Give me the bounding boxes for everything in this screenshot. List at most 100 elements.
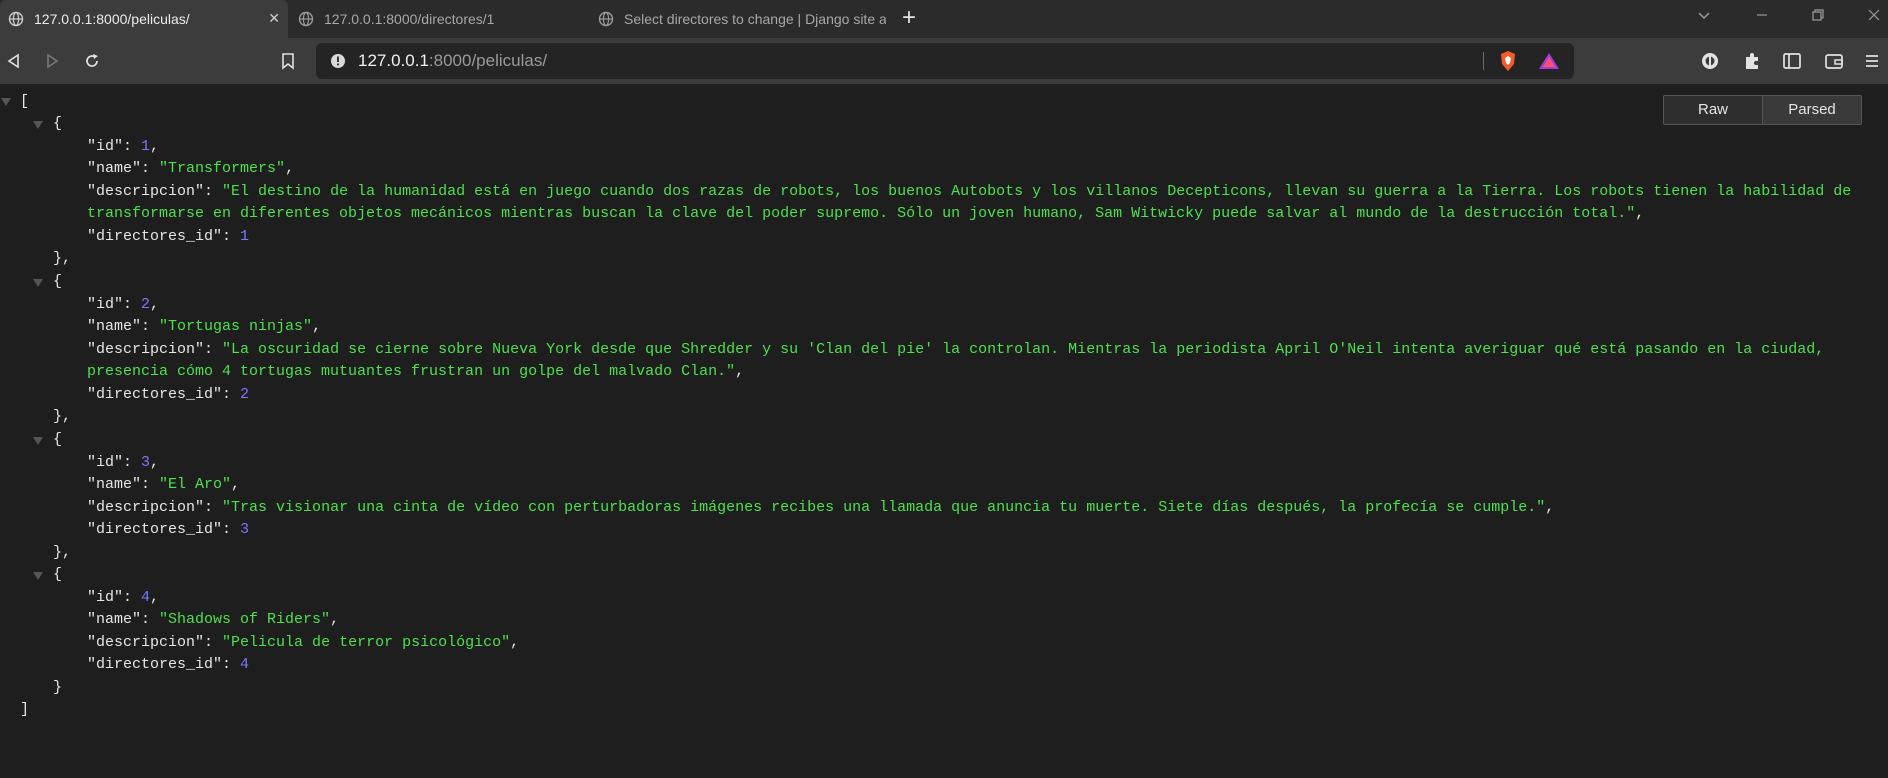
tab-strip: 127.0.0.1:8000/peliculas/ ✕ 127.0.0.1:80… — [0, 0, 1888, 38]
bookmark-icon[interactable] — [276, 49, 300, 73]
reload-icon[interactable] — [80, 49, 104, 73]
object-open-brace: { — [53, 566, 63, 583]
json-property: "directores_id": 1 — [87, 228, 250, 245]
object-close-brace: }, — [53, 408, 72, 425]
privacy-icon[interactable] — [1698, 49, 1722, 73]
tab-peliculas[interactable]: 127.0.0.1:8000/peliculas/ ✕ — [0, 0, 288, 38]
json-key: "id" — [87, 296, 124, 313]
object-close-brace: }, — [53, 250, 72, 267]
info-icon[interactable] — [330, 53, 346, 69]
close-icon[interactable]: ✕ — [268, 10, 280, 27]
object-open-brace: { — [53, 115, 63, 132]
restore-icon[interactable] — [1810, 7, 1826, 28]
address-bar[interactable]: 127.0.0.1:8000/peliculas/ — [316, 43, 1574, 79]
object-close-brace: } — [53, 679, 63, 696]
json-property: "id": 2, — [87, 296, 160, 313]
view-toggle: Raw Parsed — [1663, 95, 1862, 125]
json-property: "name": "Shadows of Riders", — [87, 611, 340, 628]
address-divider — [1483, 52, 1484, 70]
json-value: 4 — [240, 656, 250, 673]
tab-django-admin[interactable]: Select directores to change | Django sit… — [590, 0, 890, 38]
sidebar-icon[interactable] — [1780, 49, 1804, 73]
json-property: "descripcion": "Tras visionar una cinta … — [87, 499, 1555, 516]
json-key: "name" — [87, 318, 142, 335]
json-property: "descripcion": "Pelicula de terror psico… — [87, 634, 520, 651]
json-property: "name": "Tortugas ninjas", — [87, 318, 322, 335]
json-property: "id": 3, — [87, 454, 160, 471]
tab-title: Select directores to change | Django sit… — [624, 11, 886, 27]
json-key: "name" — [87, 160, 142, 177]
json-key: "name" — [87, 476, 142, 493]
menu-icon[interactable] — [1860, 49, 1884, 73]
plus-icon[interactable]: + — [902, 6, 916, 30]
url-path: :8000/peliculas/ — [428, 51, 548, 70]
json-property: "name": "El Aro", — [87, 476, 241, 493]
json-value: 3 — [141, 454, 151, 471]
collapse-toggle-icon[interactable] — [1, 98, 11, 106]
globe-icon — [8, 11, 24, 27]
json-value: 1 — [240, 228, 250, 245]
json-property-continued: transformarse en diferentes objetos mecá… — [87, 205, 1645, 222]
globe-icon — [598, 11, 614, 27]
object-open-brace: { — [53, 273, 63, 290]
navigation-toolbar: 127.0.0.1:8000/peliculas/ — [0, 38, 1888, 84]
json-open-bracket: [ — [20, 93, 30, 110]
json-viewer: Raw Parsed [ { "id": 1, "name": "Transfo… — [0, 84, 1888, 778]
json-key: "descripcion" — [87, 183, 205, 200]
json-key: "directores_id" — [87, 386, 223, 403]
json-property-continued: presencia cómo 4 tortugas mutuantes frus… — [87, 363, 745, 380]
json-close-bracket: ] — [20, 701, 30, 718]
json-value: presencia cómo 4 tortugas mutuantes frus… — [87, 363, 736, 380]
collapse-toggle-icon[interactable] — [33, 279, 43, 287]
raw-button[interactable]: Raw — [1664, 96, 1763, 124]
json-value: "Tortugas ninjas" — [159, 318, 313, 335]
json-key: "descripcion" — [87, 499, 205, 516]
url-host: 127.0.0.1 — [358, 51, 429, 70]
forward-icon[interactable] — [40, 49, 64, 73]
minimize-icon[interactable] — [1754, 7, 1770, 28]
address-url[interactable]: 127.0.0.1:8000/peliculas/ — [358, 51, 547, 71]
json-key: "id" — [87, 454, 124, 471]
tab-title: 127.0.0.1:8000/peliculas/ — [34, 11, 190, 27]
json-value: 3 — [240, 521, 250, 538]
globe-icon — [298, 11, 314, 27]
brave-rewards-icon[interactable] — [1538, 51, 1560, 76]
wallet-icon[interactable] — [1822, 49, 1846, 73]
json-property: "name": "Transformers", — [87, 160, 295, 177]
json-value: 2 — [141, 296, 151, 313]
tab-directores[interactable]: 127.0.0.1:8000/directores/1 — [290, 0, 590, 38]
json-key: "id" — [87, 138, 124, 155]
parsed-button[interactable]: Parsed — [1763, 96, 1861, 124]
json-key: "name" — [87, 611, 142, 628]
json-value: 4 — [141, 589, 151, 606]
json-value: "El destino de la humanidad está en jueg… — [222, 183, 1852, 200]
json-key: "directores_id" — [87, 228, 223, 245]
window-close-icon[interactable] — [1866, 7, 1882, 28]
collapse-toggle-icon[interactable] — [33, 572, 43, 580]
collapse-toggle-icon[interactable] — [33, 121, 43, 129]
json-property: "directores_id": 3 — [87, 521, 250, 538]
json-key: "descripcion" — [87, 634, 205, 651]
json-value: "Transformers" — [159, 160, 286, 177]
brave-shield-icon[interactable] — [1498, 50, 1518, 77]
json-property: "id": 1, — [87, 138, 160, 155]
back-icon[interactable] — [2, 49, 26, 73]
json-value: transformarse en diferentes objetos mecá… — [87, 205, 1636, 222]
extensions-icon[interactable] — [1740, 49, 1764, 73]
json-property: "descripcion": "El destino de la humanid… — [87, 183, 1852, 200]
object-close-brace: }, — [53, 544, 72, 561]
json-value: "La oscuridad se cierne sobre Nueva York… — [222, 341, 1825, 358]
json-key: "descripcion" — [87, 341, 205, 358]
json-value: 2 — [240, 386, 250, 403]
collapse-toggle-icon[interactable] — [33, 437, 43, 445]
object-open-brace: { — [53, 431, 63, 448]
json-value: "Tras visionar una cinta de vídeo con pe… — [222, 499, 1546, 516]
json-key: "directores_id" — [87, 521, 223, 538]
json-property: "descripcion": "La oscuridad se cierne s… — [87, 341, 1825, 358]
tab-title: 127.0.0.1:8000/directores/1 — [324, 11, 495, 27]
json-value: "El Aro" — [159, 476, 232, 493]
json-value: "Shadows of Riders" — [159, 611, 331, 628]
json-key: "id" — [87, 589, 124, 606]
tab-search-chevron-icon[interactable] — [1696, 7, 1712, 28]
json-key: "directores_id" — [87, 656, 223, 673]
